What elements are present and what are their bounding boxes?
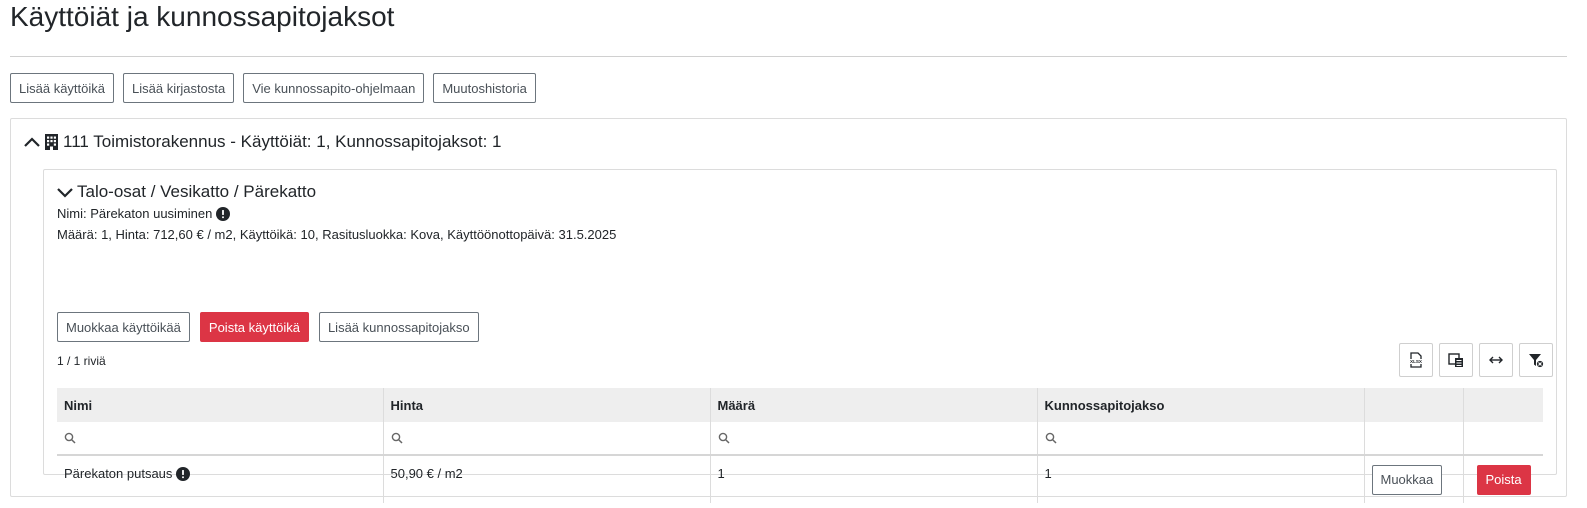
component-panel: Talo-osat / Vesikatto / Pärekatto Nimi: … — [43, 169, 1557, 503]
cell-delete: Poista — [1463, 455, 1543, 503]
search-icon — [718, 432, 730, 444]
building-icon — [45, 134, 58, 150]
filter-name[interactable] — [57, 422, 384, 456]
add-from-library-button[interactable]: Lisää kirjastosta — [123, 73, 235, 103]
filter-price[interactable] — [383, 422, 711, 456]
component-name: Nimi: Pärekaton uusiminen — [57, 206, 231, 221]
edit-row-button[interactable]: Muokkaa — [1371, 464, 1443, 495]
delete-lifespan-button[interactable]: Poista käyttöikä — [199, 312, 309, 342]
building-panel: 111 Toimistorakennus - Käyttöiät: 1, Kun… — [10, 118, 1567, 503]
filter-period[interactable] — [1037, 422, 1365, 456]
maintenance-grid: Nimi Hinta Määrä Kunnossapitojakso Pärek… — [57, 388, 1543, 503]
filter-empty — [1364, 422, 1464, 456]
export-maintenance-button[interactable]: Vie kunnossapito-ohjelmaan — [243, 73, 425, 103]
component-actions: Muokkaa käyttöikää Poista käyttöikä Lisä… — [57, 312, 479, 342]
component-path: Talo-osat / Vesikatto / Pärekatto — [77, 182, 317, 201]
component-header[interactable]: Talo-osat / Vesikatto / Pärekatto — [56, 181, 316, 203]
filter-empty — [1463, 422, 1543, 456]
cell-period: 1 — [1037, 455, 1365, 503]
xlsx-export-icon: XLSX — [1409, 352, 1423, 368]
column-header-period[interactable]: Kunnossapitojakso — [1037, 388, 1365, 422]
search-icon — [1045, 432, 1057, 444]
cell-edit: Muokkaa — [1364, 455, 1464, 503]
exclamation-info-icon[interactable] — [216, 206, 231, 221]
main-toolbar: Lisää käyttöikä Lisää kirjastosta Vie ku… — [10, 73, 536, 103]
filter-quantity[interactable] — [710, 422, 1038, 456]
component-details: Määrä: 1, Hinta: 712,60 € / m2, Käyttöik… — [57, 227, 617, 242]
delete-row-button[interactable]: Poista — [1476, 464, 1531, 495]
title-divider — [10, 56, 1567, 57]
filter-row — [57, 422, 1543, 456]
fit-columns-icon — [1489, 356, 1503, 364]
component-name-label: Nimi: Pärekaton uusiminen — [57, 206, 213, 221]
building-header-label: 111 Toimistorakennus - Käyttöiät: 1, Kun… — [63, 132, 502, 151]
building-header[interactable]: 111 Toimistorakennus - Käyttöiät: 1, Kun… — [23, 131, 501, 153]
cell-price: 50,90 € / m2 — [383, 455, 711, 503]
edit-lifespan-button[interactable]: Muokkaa käyttöikää — [57, 312, 190, 342]
column-header-edit — [1364, 388, 1464, 422]
column-header-quantity[interactable]: Määrä — [710, 388, 1038, 422]
clear-filter-icon — [1529, 354, 1544, 368]
add-lifespan-button[interactable]: Lisää käyttöikä — [10, 73, 114, 103]
fit-columns-button[interactable] — [1479, 343, 1513, 377]
cell-name-text: Pärekaton putsaus — [64, 466, 173, 481]
export-xlsx-button[interactable]: XLSX — [1399, 343, 1433, 377]
chevron-down-icon[interactable] — [56, 183, 74, 201]
table-row: Pärekaton putsaus 50,90 € / m2 1 1 Muokk… — [57, 455, 1543, 503]
column-chooser-button[interactable] — [1439, 343, 1473, 377]
column-chooser-icon — [1448, 353, 1463, 367]
cell-quantity: 1 — [710, 455, 1038, 503]
page-title: Käyttöiät ja kunnossapitojaksot — [10, 1, 395, 32]
table-header-row: Nimi Hinta Määrä Kunnossapitojakso — [57, 388, 1543, 422]
search-icon — [64, 432, 76, 444]
cell-name: Pärekaton putsaus — [57, 455, 384, 503]
column-header-name[interactable]: Nimi — [57, 388, 384, 422]
clear-filter-button[interactable] — [1519, 343, 1553, 377]
column-header-delete — [1463, 388, 1543, 422]
chevron-up-icon[interactable] — [23, 133, 41, 151]
svg-text:XLSX: XLSX — [1410, 359, 1423, 364]
change-history-button[interactable]: Muutoshistoria — [433, 73, 536, 103]
table-tools: XLSX — [1399, 343, 1553, 377]
row-count: 1 / 1 riviä — [57, 354, 106, 368]
search-icon — [391, 432, 403, 444]
column-header-price[interactable]: Hinta — [383, 388, 711, 422]
exclamation-info-icon[interactable] — [176, 466, 191, 481]
add-maintenance-period-button[interactable]: Lisää kunnossapitojakso — [318, 312, 479, 342]
